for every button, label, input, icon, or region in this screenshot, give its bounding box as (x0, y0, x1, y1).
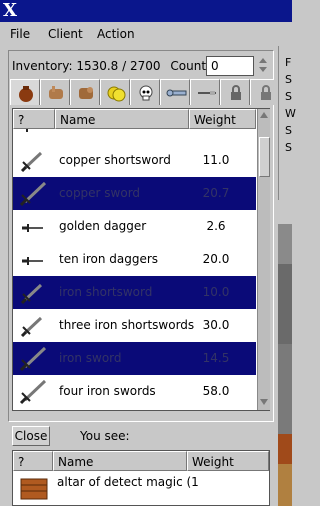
table-row[interactable]: three iron shortswords 30.0 (13, 309, 256, 342)
tab-wand[interactable] (190, 79, 220, 105)
table-row[interactable]: copper sword 20.7 (13, 177, 256, 210)
tab-bag[interactable] (10, 79, 40, 105)
menu-file[interactable]: File (10, 27, 30, 41)
scroll-up-icon[interactable] (260, 112, 268, 118)
bag-icon (19, 86, 33, 102)
column-header-flag[interactable]: ? (13, 109, 55, 129)
tab-hands[interactable] (40, 79, 70, 105)
spin-up-icon[interactable] (259, 58, 267, 63)
tab-lock[interactable] (220, 79, 250, 105)
column-header-weight[interactable]: Weight (189, 109, 256, 129)
inventory-label: Inventory: (12, 59, 73, 73)
column-header-flag[interactable]: ? (13, 451, 53, 471)
dagger-icon (22, 224, 43, 232)
item-weight: 11.0 (202, 153, 230, 167)
key-icon (166, 89, 187, 97)
menu-client[interactable]: Client (48, 27, 83, 41)
item-name: altar of detect magic (1 (57, 475, 199, 489)
stat-label: S (285, 124, 292, 137)
sword-icon (19, 346, 47, 372)
inventory-header: Inventory: 1530.8 / 2700 Count: (12, 59, 210, 73)
item-name: copper sword (59, 186, 141, 200)
vertical-scrollbar[interactable] (257, 109, 270, 410)
table-row[interactable] (13, 129, 256, 144)
table-body: copper shortsword 11.0 copper sword 20.7… (13, 129, 256, 410)
menu-action[interactable]: Action (97, 27, 135, 41)
stat-label: S (285, 73, 292, 86)
wand-icon (198, 91, 216, 95)
item-name: ten iron daggers (59, 252, 159, 266)
count-label: Count: (170, 59, 211, 73)
item-name: four iron swords (59, 384, 156, 398)
item-weight: 2.6 (206, 219, 226, 233)
shortsword-icon (26, 129, 28, 132)
spin-down-icon[interactable] (259, 67, 267, 72)
tab-hands-alt[interactable] (70, 79, 100, 105)
stat-label: S (285, 141, 292, 154)
table-row[interactable]: ten iron daggers 20.0 (13, 243, 256, 276)
ground-table: ? Name Weight altar of detect magic (1 (12, 450, 270, 506)
tab-lock-alt[interactable] (250, 79, 274, 105)
tab-skull[interactable] (130, 79, 160, 105)
table-row[interactable]: golden dagger 2.6 (13, 210, 256, 243)
stat-label: S (285, 90, 292, 103)
altar-icon (20, 478, 48, 500)
item-name: copper shortsword (59, 153, 171, 167)
table-row[interactable]: altar of detect magic (1 (13, 471, 269, 505)
menu-bar: File Client Action (0, 22, 292, 46)
item-name: three iron shortswords (59, 318, 195, 332)
inventory-capacity: / 2700 (122, 59, 161, 73)
map-view[interactable] (278, 200, 292, 506)
inventory-table: ? Name Weight copper shortsword 11.0 cop… (12, 108, 270, 411)
column-header-name[interactable]: Name (55, 109, 189, 129)
scroll-down-icon[interactable] (260, 399, 268, 405)
tab-coins[interactable] (100, 79, 130, 105)
inventory-weight: 1530.8 (76, 59, 119, 73)
coins-icon (107, 86, 126, 102)
column-header-name[interactable]: Name (53, 451, 187, 471)
item-weight: 58.0 (202, 384, 230, 398)
title-bar: X (0, 0, 292, 22)
shortsword-icon (20, 283, 43, 304)
item-weight: 20.7 (202, 186, 230, 200)
item-weight: 14.5 (202, 351, 230, 365)
stat-label: W (285, 107, 296, 120)
inventory-tabs (10, 79, 274, 105)
sword-icon (19, 379, 47, 405)
sword-icon (19, 181, 47, 207)
item-weight: 10.0 (202, 285, 230, 299)
count-input[interactable]: 0 (206, 56, 254, 76)
shortsword-icon (20, 316, 43, 337)
table-row[interactable]: iron sword 14.5 (13, 342, 256, 375)
tab-key[interactable] (160, 79, 190, 105)
x-logo: X (3, 0, 17, 21)
table-row[interactable]: four iron swords 58.0 (13, 375, 256, 408)
column-header-weight[interactable]: Weight (187, 451, 269, 471)
close-button[interactable]: Close (12, 426, 50, 446)
table-row[interactable]: copper shortsword 11.0 (13, 144, 256, 177)
item-weight: 30.0 (202, 318, 230, 332)
item-weight: 20.0 (202, 252, 230, 266)
count-spinner[interactable] (256, 56, 270, 76)
scroll-thumb[interactable] (259, 137, 270, 177)
item-name: golden dagger (59, 219, 147, 233)
you-see-label: You see: (80, 429, 130, 443)
table-row[interactable]: iron shortsword 10.0 (13, 276, 256, 309)
horizontal-scrollbar[interactable] (12, 411, 270, 421)
dagger-icon (22, 257, 43, 265)
item-name: iron sword (59, 351, 122, 365)
item-name: iron shortsword (59, 285, 153, 299)
ground-table-header: ? Name Weight (13, 451, 269, 471)
shortsword-icon (20, 151, 43, 172)
lock-icon (231, 85, 241, 100)
hands-alt-icon (79, 87, 93, 99)
lock-alt-icon (261, 85, 271, 100)
skull-icon (139, 85, 153, 101)
hands-icon (49, 86, 63, 99)
table-header: ? Name Weight (13, 109, 256, 129)
stat-label: F (285, 56, 292, 69)
